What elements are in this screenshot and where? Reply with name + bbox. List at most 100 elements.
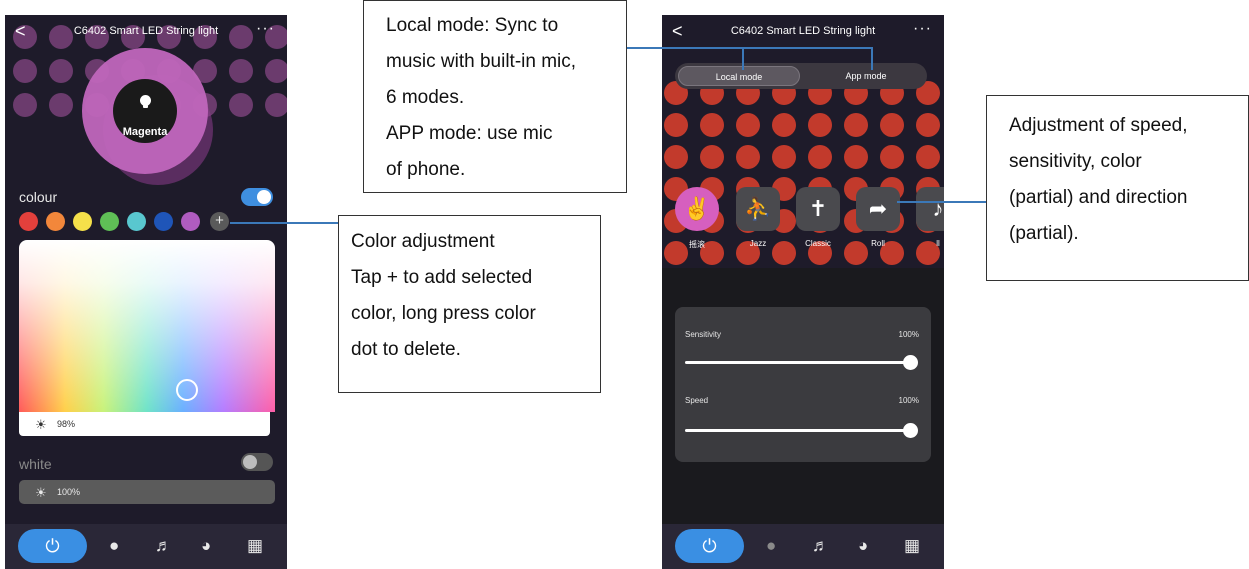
sensitivity-slider-track[interactable] [685,361,911,364]
bulb-nav-icon[interactable]: ● [766,536,776,556]
mode-tab-bar: Local mode App mode [675,63,927,89]
music-nav-icon[interactable]: ♬ [812,536,829,556]
background-dot [664,145,688,169]
color-swatch[interactable] [73,212,92,231]
brightness-slider[interactable]: ☀ 98% [19,412,270,436]
mode-rock-button[interactable]: ✌ [675,187,719,231]
white-brightness-value: 100% [57,487,81,497]
palette-nav-icon[interactable]: ◕ [858,536,868,556]
mode-label: Jazz [749,239,767,248]
more-icon[interactable]: ··· [256,20,275,38]
bulb-nav-icon[interactable]: ● [109,536,119,556]
callout-line: Color adjustment [351,231,495,252]
add-color-button[interactable]: + [210,212,229,231]
callout-line: APP mode: use mic [386,123,553,144]
selected-color-name: Magenta [122,126,168,138]
mode-label: Roll [871,239,885,248]
background-dot [736,113,760,137]
background-dot [772,145,796,169]
app-title: C6402 Smart LED String light [730,25,876,37]
white-toggle[interactable] [241,453,273,471]
tab-app-mode[interactable]: App mode [808,66,924,86]
color-swatch[interactable] [181,212,200,231]
callout-line: color, long press color [351,303,536,324]
bottom-nav: ⏻ ● ♬ ◕ ▦ [5,524,287,569]
background-dot [880,145,904,169]
callout-line: 6 modes. [386,87,465,108]
mode-classic-button[interactable]: ✝ [796,187,840,231]
callout-line: Adjustment of speed, [1009,115,1188,136]
power-icon: ⏻ [702,536,717,556]
background-dot [844,145,868,169]
muscle-icon: ➦ [868,196,888,221]
mode-label: ll [936,239,940,248]
background-dot [808,113,832,137]
background-dot [772,113,796,137]
color-swatch[interactable] [19,212,38,231]
speed-slider-knob[interactable] [903,423,918,438]
callout-line: dot to delete. [351,339,461,360]
speed-label: Speed [685,396,709,405]
background-dot [844,113,868,137]
music-note-icon: ♪ [932,196,944,221]
power-button[interactable]: ⏻ [675,529,744,563]
mode-jazz-button[interactable]: ⛹ [736,187,780,231]
background-dot [736,145,760,169]
color-swatch[interactable] [46,212,65,231]
more-icon[interactable]: ··· [913,20,932,38]
phone-screen-colour: < C6402 Smart LED String light ··· Magen… [5,15,287,569]
background-dot [13,93,37,117]
callout-line: of phone. [386,159,466,180]
color-swatch[interactable] [154,212,173,231]
background-dot [49,59,73,83]
colour-section-label: colour [19,189,58,205]
speed-value: 100% [898,396,919,405]
background-dot [700,113,724,137]
mode-next-button[interactable]: ♪ [916,187,944,231]
power-button[interactable]: ⏻ [18,529,87,563]
mode-roll-button[interactable]: ➦ [856,187,900,231]
callout-line: Tap + to add selected [351,267,533,288]
colour-toggle[interactable] [241,188,273,206]
background-dot [265,59,287,83]
callout-line: music with built-in mic, [386,51,577,72]
palette-nav-icon[interactable]: ◕ [201,536,211,556]
background-dot [13,59,37,83]
toggle-knob [257,190,271,204]
scenes-nav-icon[interactable]: ▦ [904,536,920,556]
rock-hand-icon: ✌ [683,196,711,221]
sensitivity-value: 100% [898,330,919,339]
color-swatch[interactable] [127,212,146,231]
sensitivity-slider-knob[interactable] [903,355,918,370]
scenes-nav-icon[interactable]: ▦ [247,536,263,556]
callout-line: Local mode: Sync to [386,15,559,36]
connector-line [230,222,338,224]
sensitivity-label: Sensitivity [685,330,722,339]
callout-line: (partial) and direction [1009,187,1188,208]
phone-screen-music: < C6402 Smart LED String light ··· Local… [662,15,944,569]
background-dot [229,93,253,117]
toggle-knob [243,455,257,469]
brightness-value: 98% [57,419,76,429]
white-section-label: white [19,456,52,472]
color-picker-cursor[interactable] [176,379,198,401]
tab-local-mode[interactable]: Local mode [678,66,800,86]
background-dot [229,59,253,83]
callout-adjustment: Adjustment of speed, sensitivity, color … [986,95,1249,281]
ballet-icon: ✝ [808,196,828,221]
white-brightness-slider[interactable]: ☀ 100% [19,480,275,504]
color-picker-area[interactable] [19,240,275,412]
music-nav-icon[interactable]: ♬ [155,536,172,556]
background-dot [49,93,73,117]
connector-line [626,47,872,49]
connector-line [871,47,873,70]
speed-slider-track[interactable] [685,429,911,432]
mode-label: 摇滚 [689,240,705,249]
top-bar: < C6402 Smart LED String light ··· [662,15,944,49]
bulb-icon [140,95,151,108]
sun-icon: ☀ [35,417,47,432]
color-swatch[interactable] [100,212,119,231]
background-dot [916,145,940,169]
callout-local-mode: Local mode: Sync to music with built-in … [363,0,627,193]
top-bar: < C6402 Smart LED String light ··· [5,15,287,49]
